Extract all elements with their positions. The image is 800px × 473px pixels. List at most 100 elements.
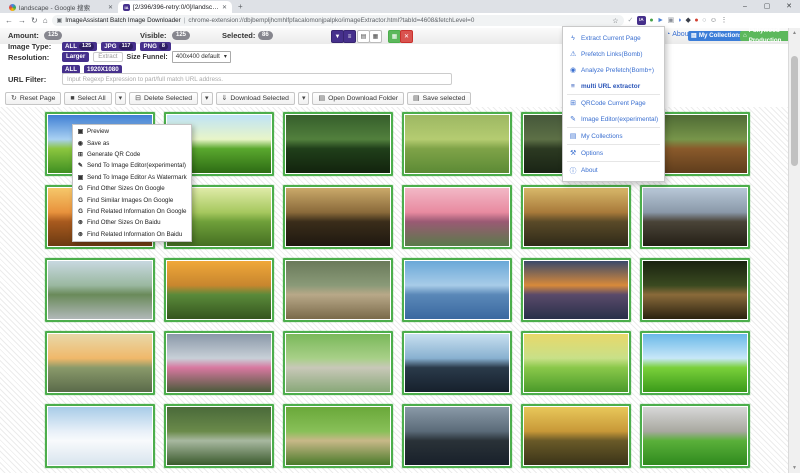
grid-view-button[interactable]: ▦ [369,30,382,43]
tab-close-icon[interactable]: ✕ [108,4,113,11]
image-thumbnail[interactable] [164,258,274,322]
image-thumbnail[interactable] [640,331,750,395]
reset-page-button[interactable]: ↻Reset Page [5,92,61,105]
bird-icon[interactable]: ◗ [678,17,682,24]
extension-menu-item[interactable]: ▤My Collections [563,128,664,144]
browser-address-bar: ← → ↻ ⌂ ▣ ImageAssistant Batch Image Downlo… [0,13,800,29]
image-thumbnail[interactable] [45,258,155,322]
profile-icon[interactable]: ☺ [710,17,717,24]
image-thumbnail[interactable] [521,404,631,468]
menu-item-label: Save as [87,140,109,147]
image-editor-icon: ✎ [569,115,577,123]
delete-selected-button[interactable]: ⊟Delete Selected [129,92,198,105]
my-collections-button[interactable]: ▤My Collections [688,31,746,41]
image-thumbnail[interactable] [402,112,512,176]
download-selected-button[interactable]: ⇓Download Selected [216,92,295,105]
ghost-icon[interactable]: ○ [702,17,706,24]
image-thumbnail[interactable] [283,258,393,322]
reload-icon[interactable]: ↻ [31,17,38,25]
extension-menu-item[interactable]: ◉Analyze Prefetch(Bomb+) [563,62,664,78]
extension-menu-item[interactable]: ⚠Prefetch Links(Bomb) [563,46,664,62]
image-thumbnail[interactable] [640,258,750,322]
thumbnail-photo-grass-field-clouds [643,334,747,392]
context-menu-item[interactable]: ⊞Generate QR Code [73,149,191,160]
extension-menu-item[interactable]: ⚒Options [563,145,664,161]
context-menu-item[interactable]: GFind Similar Images On Google [73,194,191,205]
tab-close-icon[interactable]: ✕ [222,4,227,11]
bookmark-star-icon[interactable]: ☆ [612,17,618,25]
image-thumbnail[interactable] [402,258,512,322]
image-thumbnail[interactable] [283,404,393,468]
about-link[interactable]: ◔About [666,31,691,38]
list-view-button[interactable]: ≡ [343,30,356,43]
image-thumbnail[interactable] [521,185,631,249]
image-thumbnail[interactable] [521,258,631,322]
browser-tab[interactable]: IA[2/396/396-retry:0/0]/landsc…✕ [118,1,232,13]
scroll-up-icon[interactable]: ▲ [789,28,800,38]
forward-icon[interactable]: → [18,17,26,25]
menu-dots-icon[interactable]: ⋮ [720,17,727,24]
image-thumbnail[interactable] [640,185,750,249]
image-type-badge-png[interactable]: PNG8 [140,42,170,51]
minimize-button[interactable]: – [734,0,756,13]
select-all-caret-button[interactable]: ▾ [115,92,127,105]
context-menu-item[interactable]: ◉Save as [73,137,191,148]
picture-icon[interactable]: ▣ [668,17,675,24]
image-thumbnail[interactable] [283,112,393,176]
context-menu-item[interactable]: GFind Other Sizes On Google [73,183,191,194]
extension-menu-item[interactable]: ⊞QRCode Current Page [563,95,664,111]
back-icon[interactable]: ← [5,17,13,25]
image-thumbnail[interactable] [640,404,750,468]
image-thumbnail[interactable] [45,331,155,395]
new-tab-button[interactable]: + [238,2,243,11]
context-menu-item[interactable]: ▣Send To Image Editor As Watermark [73,172,191,183]
scrollbar-thumb[interactable] [791,56,798,166]
share-icon[interactable]: ► [657,17,664,24]
image-thumbnail[interactable] [45,404,155,468]
context-menu-item[interactable]: ✎Send To Image Editor(experimental) [73,160,191,171]
url-filter-input[interactable] [62,73,452,85]
maximize-button[interactable]: ▢ [756,0,778,13]
image-thumbnail[interactable] [402,185,512,249]
extension-menu-item[interactable]: ≡multi URL extractor [563,78,664,94]
done-check-icon[interactable]: ✓ [628,17,634,24]
download-caret-button[interactable]: ▾ [298,92,310,105]
omnibox[interactable]: ▣ ImageAssistant Batch Image Downloader … [52,15,624,26]
select-all-button[interactable]: ■Select All [64,92,111,105]
green-dot-icon[interactable]: ● [649,17,653,24]
image-thumbnail[interactable] [521,331,631,395]
image-type-badge-jpg[interactable]: JPG117 [101,42,136,51]
image-type-badge-all[interactable]: ALL125 [62,42,97,51]
extension-menu-item[interactable]: ⓘAbout [563,162,664,178]
imageassistant-icon[interactable]: IA [637,16,646,25]
image-thumbnail[interactable] [164,331,274,395]
delete-caret-button[interactable]: ▾ [201,92,213,105]
size-funnel-select[interactable]: 400x400 default ▾ [172,51,231,63]
context-menu-item[interactable]: ⊛Find Other Sizes On Baidu [73,217,191,228]
scroll-down-icon[interactable]: ▼ [789,463,800,473]
extension-menu-item[interactable]: ϟExtract Current Page [563,30,664,46]
context-menu-item[interactable]: GFind Related Information On Google [73,206,191,217]
extension-menu-item[interactable]: ✎Image Editor(experimental) [563,111,664,127]
image-thumbnail[interactable] [283,331,393,395]
thumbnail-photo-dark-mountain-peak [405,334,509,392]
image-thumbnail[interactable] [164,404,274,468]
image-thumbnail[interactable] [283,185,393,249]
save-selected-button[interactable]: ▤Save selected [407,92,471,105]
image-editor-icon: ✎ [77,162,84,169]
select-all-icon: ■ [70,95,74,102]
extract-button[interactable]: Extract [93,52,122,62]
open-download-folder-button[interactable]: ▤Open Download Folder [312,92,404,105]
shield-icon[interactable]: ◆ [685,17,690,24]
close-panel-button[interactable]: ✕ [400,30,413,43]
home-icon[interactable]: ⌂ [43,17,48,25]
context-menu-item[interactable]: ▣Preview [73,126,191,137]
context-menu-item[interactable]: ⊛Find Related Information On Baidu [73,229,191,240]
image-thumbnail[interactable] [402,331,512,395]
larger-button[interactable]: Larger [62,52,89,62]
image-thumbnail[interactable] [402,404,512,468]
browser-tab[interactable]: landscape - Google 搜索✕ [4,1,118,13]
close-window-button[interactable]: ✕ [778,0,800,13]
adblock-icon[interactable]: ● [694,17,698,24]
scrollbar[interactable]: ▲ ▼ [788,28,800,473]
